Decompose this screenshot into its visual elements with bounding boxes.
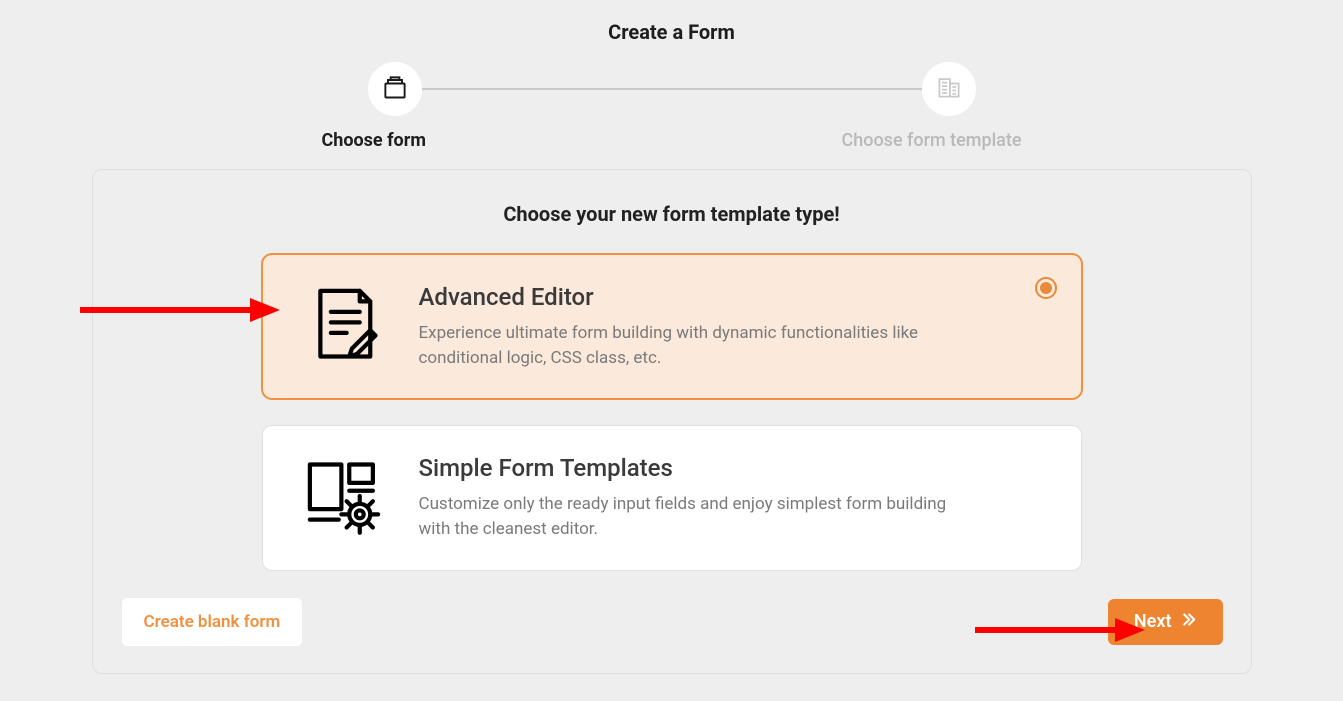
layout-gear-icon [299,454,389,538]
wizard-panel: Choose your new form template type! Adva… [92,169,1252,674]
step-circle-2[interactable] [922,62,976,116]
option-description: Customize only the ready input fields an… [419,492,959,541]
stepper [0,62,1343,116]
option-simple-templates[interactable]: Simple Form Templates Customize only the… [262,425,1082,570]
page-title: Create a Form [0,0,1343,44]
panel-heading: Choose your new form template type! [121,202,1223,226]
option-advanced-editor[interactable]: Advanced Editor Experience ultimate form… [262,254,1082,399]
step-circle-1[interactable] [368,62,422,116]
forms-stack-icon [381,73,409,105]
building-icon [935,73,963,105]
document-edit-icon [299,283,389,367]
panel-footer: Create blank form Next [121,597,1223,647]
option-description: Experience ultimate form building with d… [419,321,959,370]
next-button-label: Next [1134,611,1172,632]
next-button[interactable]: Next [1108,599,1223,645]
option-list: Advanced Editor Experience ultimate form… [262,254,1082,571]
stepper-line [422,88,922,90]
option-title: Advanced Editor [419,283,1037,311]
step-label-1: Choose form [322,130,426,151]
option-body: Advanced Editor Experience ultimate form… [419,283,1037,370]
create-blank-form-button[interactable]: Create blank form [121,597,304,647]
chevron-double-right-icon [1180,611,1197,633]
option-body: Simple Form Templates Customize only the… [419,454,1037,541]
step-labels-row: Choose form Choose form template [322,130,1022,151]
radio-selected-icon [1035,277,1057,299]
step-label-2: Choose form template [842,130,1022,151]
option-title: Simple Form Templates [419,454,1037,482]
